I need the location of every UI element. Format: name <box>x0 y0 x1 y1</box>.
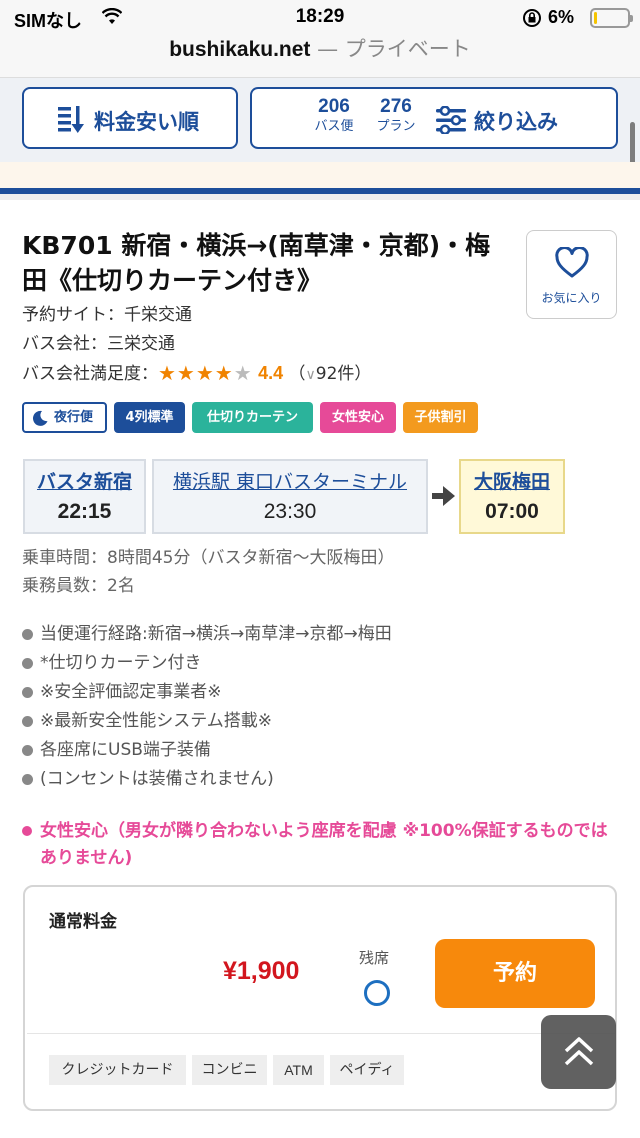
moon-icon <box>32 410 48 426</box>
review-count[interactable]: 92件） <box>316 364 372 384</box>
list-item: ※安全評価認定事業者※ <box>22 680 622 709</box>
list-item: 当便運行経路:新宿→横浜→南草津→京都→梅田 <box>22 622 622 651</box>
tag-curtain: 仕切りカーテン <box>192 402 313 433</box>
bus-count: 206 バス便 <box>304 96 364 136</box>
section-divider-shadow <box>0 194 640 200</box>
seat-available-icon <box>364 980 390 1006</box>
bus-count-value: 206 <box>318 96 350 117</box>
tag-child-discount: 子供割引 <box>403 402 478 433</box>
via-stop: 横浜駅 東口バスターミナル 23:30 <box>152 459 428 534</box>
payment-badge: クレジットカード <box>49 1055 186 1085</box>
notes-list: 当便運行経路:新宿→横浜→南草津→京都→梅田 *仕切りカーテン付き ※安全評価認… <box>22 622 622 796</box>
departure-stop: バスタ新宿 22:15 <box>23 459 146 534</box>
plan-count-value: 276 <box>380 96 412 117</box>
list-item: (コンセントは装備されません) <box>22 767 622 796</box>
filter-toolbar: 料金安い順 206 バス便 276 プラン 絞り込み <box>0 78 640 162</box>
sort-label: 料金安い順 <box>94 110 199 134</box>
arrival-stop: 大阪梅田 07:00 <box>459 459 565 534</box>
plan-count: 276 プラン <box>368 96 424 136</box>
fare-plan-card: 通常料金 ¥1,900 残席 予約 クレジットカード コンビニ ATM ペイディ <box>23 885 617 1111</box>
bus-count-unit: バス便 <box>314 119 354 134</box>
chevron-down-icon[interactable]: ∨ <box>306 367 316 383</box>
banner-strip <box>0 162 640 188</box>
rating-half-star: ★ <box>233 361 253 385</box>
battery-percent: 6% <box>548 7 575 27</box>
battery-icon <box>590 8 633 28</box>
departure-stop-link[interactable]: バスタ新宿 <box>25 470 144 494</box>
favorite-label: お気に入り <box>541 291 602 305</box>
seat-availability-label: 残席 <box>359 949 390 967</box>
fare-price: ¥1,900 <box>223 957 300 985</box>
arrival-stop-link[interactable]: 大阪梅田 <box>461 470 563 494</box>
crew-count: 乗務員数：2名 <box>22 576 135 596</box>
payment-badge: ペイディ <box>330 1055 404 1085</box>
list-item: *仕切りカーテン付き <box>22 651 622 680</box>
rating-stars-icon: ★★★★★ <box>158 361 253 385</box>
booking-site: 予約サイト：千栄交通 <box>22 305 192 325</box>
rating-value: 4.4 <box>258 363 284 383</box>
url-bar[interactable]: bushikaku.net — プライベート <box>0 36 640 78</box>
tag-seat-type: 4列標準 <box>114 402 185 433</box>
female-safe-note: 女性安心（男女が隣り合わないよう座席を配慮 ※100%保証するものではありません… <box>22 818 622 872</box>
fare-title: 通常料金 <box>49 912 117 932</box>
fare-divider <box>27 1033 615 1034</box>
clock: 18:29 <box>295 6 345 27</box>
tag-night-label: 夜行便 <box>54 410 94 425</box>
arrival-time: 07:00 <box>485 500 539 523</box>
company-rating: バス会社満足度：★★★★★ 4.4 （∨92件） <box>22 361 371 387</box>
filter-label: 絞り込み <box>474 110 558 134</box>
bus-company: バス会社：三栄交通 <box>22 334 175 354</box>
plan-count-unit: プラン <box>376 119 416 134</box>
payment-badge: コンビニ <box>192 1055 267 1085</box>
tag-night-bus: 夜行便 <box>22 402 107 433</box>
bus-title[interactable]: KB701 新宿・横浜→(南草津・京都)・梅田《仕切りカーテン付き》 <box>22 228 512 298</box>
filter-sliders-icon <box>436 106 466 134</box>
departure-time: 22:15 <box>57 500 112 523</box>
battery-fill <box>594 12 597 24</box>
list-item: 各座席にUSB端子装備 <box>22 738 622 767</box>
tag-female-safe: 女性安心 <box>320 402 396 433</box>
rating-label: バス会社満足度： <box>22 364 158 384</box>
via-stop-link[interactable]: 横浜駅 東口バスターミナル <box>154 470 426 494</box>
reserve-button[interactable]: 予約 <box>435 939 595 1008</box>
via-time: 23:30 <box>263 500 317 523</box>
arrow-right-icon <box>432 486 455 506</box>
sort-button[interactable]: 料金安い順 <box>22 87 238 149</box>
scroll-to-top-button[interactable] <box>541 1015 616 1089</box>
orientation-lock-icon <box>523 9 541 27</box>
ride-duration: 乗車時間：8時間45分（バスタ新宿〜大阪梅田） <box>22 548 395 568</box>
url-domain: bushikaku.net <box>169 38 311 61</box>
filter-button[interactable]: 206 バス便 276 プラン 絞り込み <box>250 87 618 149</box>
review-open: （ <box>288 364 306 384</box>
payment-badge: ATM <box>273 1055 324 1085</box>
favorite-button[interactable]: お気に入り <box>526 230 617 319</box>
sort-icon <box>58 106 84 133</box>
rating-stars: ★★★★ <box>158 361 234 385</box>
status-bar: SIMなし 18:29 6% <box>0 0 640 36</box>
private-mode-label: — プライベート <box>310 37 471 61</box>
double-chevron-up-icon <box>564 1037 594 1066</box>
list-item: ※最新安全性能システム搭載※ <box>22 709 622 738</box>
heart-icon <box>555 247 589 278</box>
